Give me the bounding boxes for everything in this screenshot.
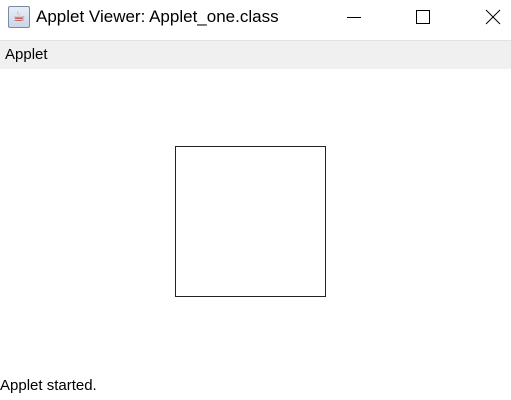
menu-applet[interactable]: Applet	[5, 46, 48, 63]
maximize-icon	[415, 9, 431, 25]
java-cup-icon[interactable]: ☕	[8, 6, 30, 28]
maximize-button[interactable]	[400, 0, 446, 34]
window-title: Applet Viewer: Applet_one.class	[36, 7, 279, 26]
title-bar[interactable]: ☕ Applet Viewer: Applet_one.class	[0, 0, 511, 36]
applet-canvas	[0, 69, 511, 400]
close-button[interactable]	[470, 0, 511, 34]
minimize-button[interactable]	[331, 0, 377, 34]
menu-bar: Applet	[0, 40, 511, 69]
applet-viewer-window: ☕ Applet Viewer: Applet_one.class Applet…	[0, 0, 511, 400]
status-text: Applet started.	[0, 377, 97, 394]
close-icon	[485, 9, 501, 25]
drawn-square	[175, 146, 326, 297]
minimize-icon	[346, 9, 362, 25]
